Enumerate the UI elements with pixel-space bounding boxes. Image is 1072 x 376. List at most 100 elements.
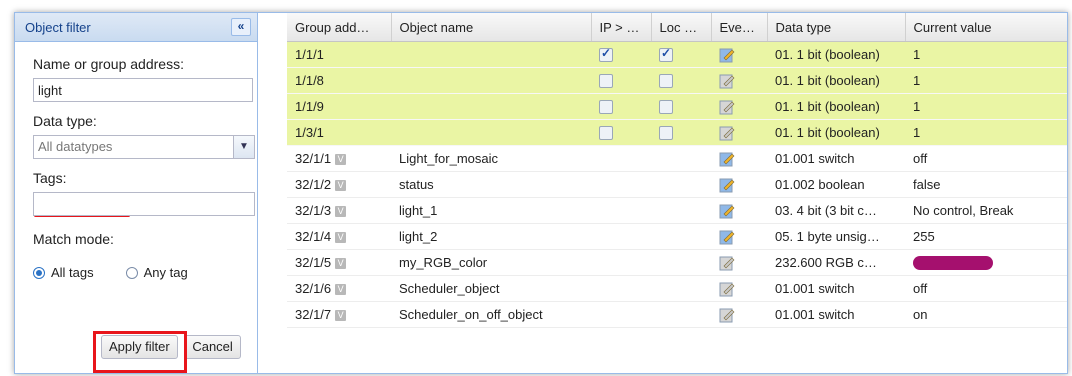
cell-object-name: Scheduler_object [391, 275, 591, 302]
cell-data-type: 03. 4 bit (3 bit c… [767, 197, 905, 224]
col-header-ip-local[interactable]: IP > L… [591, 13, 652, 42]
table-row[interactable]: 32/1/1 V Light_for_mosaic 01.001 switch off [287, 145, 1067, 172]
match-mode-label: Match mode: [33, 231, 114, 247]
edit-script-icon[interactable] [719, 202, 735, 219]
edit-script-icon[interactable] [719, 72, 735, 89]
edit-script-icon[interactable] [719, 280, 735, 297]
group-address: 1/1/9 [295, 99, 324, 114]
col-header-group-address[interactable]: Group add… [287, 13, 392, 42]
edit-script-icon[interactable] [719, 176, 735, 193]
edit-script-icon[interactable] [719, 150, 735, 167]
cell-group-address: 1/1/8 [287, 67, 391, 94]
table-row[interactable]: 1/1/8 01. 1 bit (boolean) 1 [287, 67, 1067, 94]
radio-any-tag[interactable] [125, 266, 138, 279]
col-header-current-value[interactable]: Current value [905, 13, 1067, 42]
local-ip-checkbox[interactable] [659, 46, 673, 63]
ip-local-checkbox[interactable] [599, 100, 613, 115]
table-row[interactable]: 1/1/9 01. 1 bit (boolean) 1 [287, 93, 1067, 120]
cell-group-address: 1/1/1 [287, 41, 391, 68]
tags-input[interactable] [33, 192, 255, 216]
collapse-icon[interactable]: « [231, 18, 251, 36]
ip-local-checkbox[interactable] [599, 74, 613, 89]
cell-event [711, 223, 767, 250]
radio-all-tags[interactable] [33, 266, 45, 279]
table-row[interactable]: 32/1/2 Vstatus 01.002 boolean false [287, 171, 1067, 198]
edit-script-icon[interactable] [719, 98, 735, 115]
cell-event [711, 249, 767, 276]
cell-group-address: 32/1/5 V [287, 249, 391, 276]
cell-group-address: 32/1/6 V [287, 275, 391, 302]
local-ip-checkbox[interactable] [659, 100, 673, 115]
table-row[interactable]: 32/1/5 Vmy_RGB_color 232.600 RGB c… [287, 249, 1067, 276]
cell-ip-local [591, 197, 651, 224]
cell-ip-local [591, 275, 651, 302]
cell-group-address: 32/1/2 V [287, 171, 391, 198]
tag-icon[interactable]: V [335, 206, 347, 218]
cell-data-type: 05. 1 byte unsig… [767, 223, 905, 250]
col-header-data-type[interactable]: Data type [767, 13, 906, 42]
cell-local-ip [651, 145, 711, 172]
cell-ip-local [591, 41, 651, 68]
cell-ip-local [591, 171, 651, 198]
cell-current-value: 1 [905, 93, 1067, 120]
cell-current-value: 1 [905, 41, 1067, 68]
cell-data-type: 01.001 switch [767, 301, 905, 328]
tag-icon[interactable]: V [335, 180, 347, 192]
tag-icon[interactable]: V [335, 258, 347, 270]
edit-script-icon[interactable] [719, 124, 735, 141]
edit-script-icon[interactable] [719, 306, 735, 323]
cell-local-ip [651, 67, 711, 94]
tags-label: Tags: [33, 170, 67, 186]
table-row[interactable]: 32/1/4 Vlight_2 05. 1 byte unsig… 255 [287, 223, 1067, 250]
col-header-object-name[interactable]: Object name [391, 13, 592, 42]
cell-group-address: 1/1/9 [287, 93, 391, 120]
table-row[interactable]: 32/1/3 Vlight_1 03. 4 bit (3 bit c… No cont… [287, 197, 1067, 224]
cell-event [711, 67, 767, 94]
annotation-box [93, 331, 187, 373]
name-input[interactable] [33, 78, 253, 102]
ip-local-checkbox[interactable] [599, 46, 613, 63]
ip-local-checkbox[interactable] [599, 126, 613, 141]
cell-group-address: 1/3/1 [287, 119, 391, 146]
cell-data-type: 01.001 switch [767, 145, 905, 172]
tag-icon[interactable]: V [335, 154, 347, 166]
table-row[interactable]: 1/3/1 01. 1 bit (boolean) 1 [287, 119, 1067, 146]
datatype-select[interactable]: All datatypes ▼ [33, 135, 255, 159]
edit-script-icon[interactable] [719, 228, 735, 245]
cell-object-name: Scheduler_on_off_object [391, 301, 591, 328]
radio-any-tag-label[interactable]: Any tag [144, 265, 188, 280]
cell-ip-local [591, 119, 651, 146]
datatype-label: Data type: [33, 113, 97, 129]
tag-icon[interactable]: V [335, 232, 347, 244]
cell-local-ip [651, 93, 711, 120]
panel-header: Object filter « [15, 13, 257, 42]
edit-script-icon[interactable] [719, 46, 735, 63]
cell-object-name [391, 119, 591, 146]
chevron-down-icon[interactable]: ▼ [233, 136, 254, 158]
cell-group-address: 32/1/4 V [287, 223, 391, 250]
cell-current-value: No control, Break [905, 197, 1067, 224]
col-header-local-ip[interactable]: Loc >… [651, 13, 712, 42]
table-row[interactable]: 32/1/7 V Scheduler_on_off_object 01.001 swi… [287, 301, 1067, 328]
cancel-button[interactable]: Cancel [184, 335, 241, 359]
tag-icon[interactable]: V [335, 310, 347, 322]
datatype-value: All datatypes [38, 139, 113, 154]
col-header-event[interactable]: Event… [711, 13, 768, 42]
panel-title: Object filter [25, 19, 91, 35]
cell-local-ip [651, 249, 711, 276]
group-address: 32/1/5 [295, 255, 332, 270]
table-row[interactable]: 1/1/1 01. 1 bit (boolean)1 [287, 41, 1067, 68]
table-row[interactable]: 32/1/6 V Scheduler_object 01.001 switch off [287, 275, 1067, 302]
tag-icon[interactable]: V [335, 284, 347, 296]
radio-all-tags-label[interactable]: All tags [51, 265, 94, 280]
cell-data-type: 01.001 switch [767, 275, 905, 302]
local-ip-checkbox[interactable] [659, 126, 673, 141]
local-ip-checkbox[interactable] [659, 74, 673, 89]
edit-script-icon[interactable] [719, 254, 735, 271]
cell-local-ip [651, 171, 711, 198]
cell-event [711, 197, 767, 224]
group-address: 32/1/7 [295, 307, 332, 322]
cell-local-ip [651, 119, 711, 146]
cell-current-value: 1 [905, 119, 1067, 146]
group-address: 1/1/1 [295, 47, 324, 62]
